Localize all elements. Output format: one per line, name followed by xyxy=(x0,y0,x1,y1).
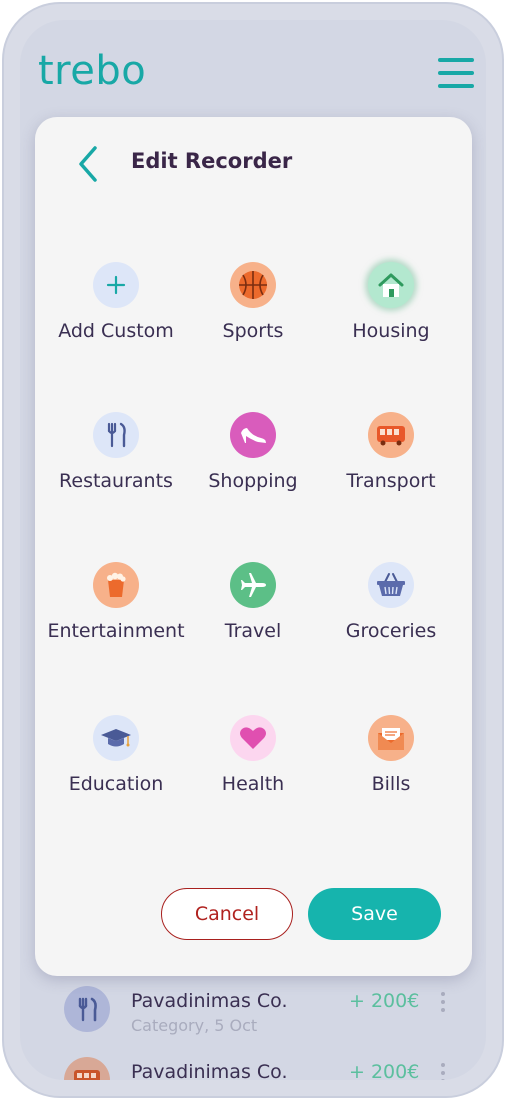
transaction-subtitle: Category, 5 Oct xyxy=(131,1016,258,1035)
bus-icon xyxy=(64,1057,110,1080)
high-heel-icon xyxy=(230,412,276,458)
category-label: Education xyxy=(68,773,164,795)
airplane-icon xyxy=(230,562,276,608)
category-entertainment[interactable]: Entertainment xyxy=(43,562,189,642)
category-groceries[interactable]: Groceries xyxy=(318,562,464,642)
category-travel[interactable]: Travel xyxy=(180,562,326,642)
category-restaurants[interactable]: Restaurants xyxy=(43,412,189,492)
fork-knife-icon xyxy=(64,986,110,1032)
category-education[interactable]: Education xyxy=(43,715,189,795)
envelope-icon xyxy=(368,715,414,761)
list-item[interactable]: Pavadinimas Co. + 200€ xyxy=(48,1057,468,1080)
category-label: Health xyxy=(221,773,285,795)
hamburger-menu-icon[interactable] xyxy=(438,58,474,88)
category-housing[interactable]: Housing xyxy=(318,262,464,342)
category-label: Add Custom xyxy=(58,320,174,342)
app-logo: trebo xyxy=(38,48,147,94)
category-sports[interactable]: Sports xyxy=(180,262,326,342)
category-health[interactable]: Health xyxy=(180,715,326,795)
transaction-amount: + 200€ xyxy=(349,990,420,1012)
category-label: Entertainment xyxy=(47,620,185,642)
back-chevron-icon[interactable] xyxy=(75,145,103,183)
modal-title: Edit Recorder xyxy=(131,149,293,173)
fork-knife-icon xyxy=(93,412,139,458)
popcorn-icon xyxy=(93,562,139,608)
cancel-button[interactable]: Cancel xyxy=(161,888,293,940)
more-options-icon[interactable] xyxy=(440,1063,446,1080)
basketball-icon xyxy=(230,262,276,308)
save-button[interactable]: Save xyxy=(308,888,441,940)
category-label: Travel xyxy=(224,620,282,642)
more-options-icon[interactable] xyxy=(440,992,446,1014)
graduation-cap-icon xyxy=(93,715,139,761)
bus-icon xyxy=(368,412,414,458)
category-add-custom[interactable]: Add Custom xyxy=(43,262,189,342)
category-label: Housing xyxy=(352,320,430,342)
category-label: Transport xyxy=(346,470,436,492)
category-transport[interactable]: Transport xyxy=(318,412,464,492)
category-bills[interactable]: Bills xyxy=(318,715,464,795)
category-label: Restaurants xyxy=(59,470,173,492)
transaction-name: Pavadinimas Co. xyxy=(131,990,288,1012)
basket-icon xyxy=(368,562,414,608)
edit-recorder-modal: Edit Recorder Add Custom Sports Housing … xyxy=(35,117,472,976)
category-label: Shopping xyxy=(208,470,298,492)
category-label: Bills xyxy=(371,773,411,795)
house-icon xyxy=(368,262,414,308)
plus-icon xyxy=(93,262,139,308)
heart-icon xyxy=(230,715,276,761)
category-label: Sports xyxy=(222,320,284,342)
list-item[interactable]: Pavadinimas Co. Category, 5 Oct + 200€ xyxy=(48,986,468,1042)
category-shopping[interactable]: Shopping xyxy=(180,412,326,492)
transaction-name: Pavadinimas Co. xyxy=(131,1061,288,1080)
category-label: Groceries xyxy=(345,620,437,642)
transaction-amount: + 200€ xyxy=(349,1061,420,1080)
